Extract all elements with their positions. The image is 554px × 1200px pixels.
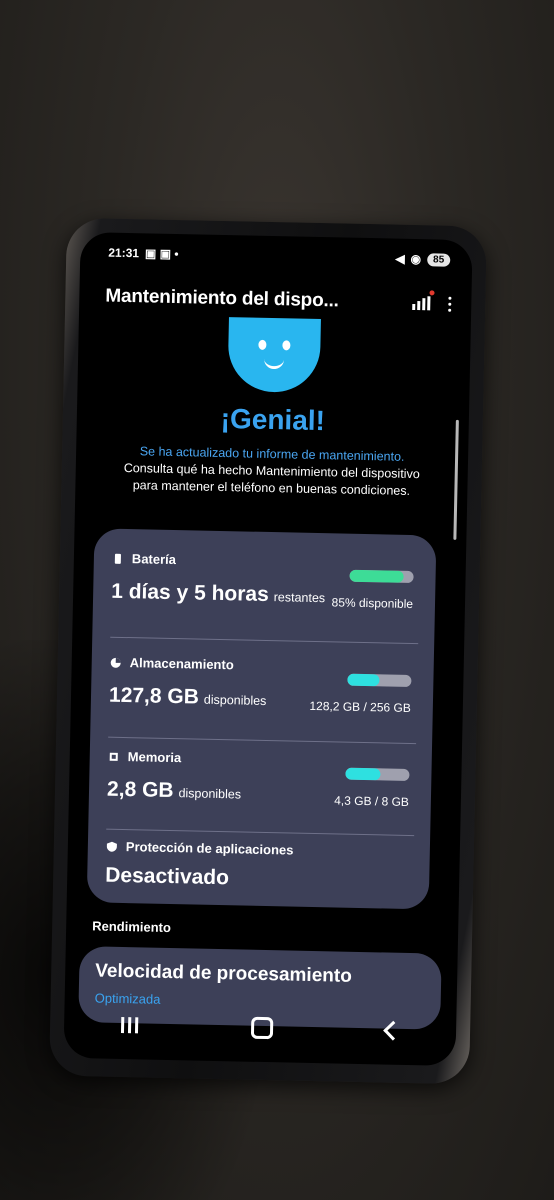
smiley-face-icon [227,317,321,394]
memory-chip-icon [109,752,118,761]
battery-level-badge: 85 [426,252,451,267]
more-options-icon[interactable] [448,296,452,312]
storage-meter [347,673,412,688]
battery-section[interactable]: Batería 1 días y 5 horas restantes 85% d… [111,551,420,617]
app-protection-status: Desactivado [105,863,230,890]
battery-unit: restantes [273,590,326,606]
page-title: Mantenimiento del dispo... [105,285,339,312]
home-icon[interactable] [250,1016,273,1040]
report-description: Consulta qué ha hecho Mantenimiento del … [123,460,420,498]
storage-available-value: 127,8 GB [108,683,200,709]
app-bar: Mantenimiento del dispo... [105,281,452,320]
memory-label: Memoria [127,749,182,766]
notification-icons: ▣ ▣ • [144,246,179,262]
battery-icon [114,553,121,564]
memory-available-value: 2,8 GB [106,777,174,803]
memory-section[interactable]: Memoria 2,8 GB disponibles 4,3 GB / 8 GB [107,749,416,815]
status-time: 21:31 [108,245,140,261]
storage-unit: disponibles [203,692,267,708]
battery-label: Batería [131,551,177,568]
battery-available-text: 85% disponible [331,595,414,612]
storage-icon [110,657,121,668]
storage-section[interactable]: Almacenamiento 127,8 GB disponibles 128,… [109,655,418,721]
storage-usage-text: 128,2 GB / 256 GB [309,698,411,716]
notification-dot [429,290,435,296]
report-bars-icon[interactable] [412,290,435,311]
phone-screen: 21:31 ▣ ▣ • ◀ ◉ 85 Mantenimiento del dis… [63,231,473,1067]
mute-icon: ◀ [395,251,405,266]
phone-device: 21:31 ▣ ▣ • ◀ ◉ 85 Mantenimiento del dis… [49,217,487,1085]
status-card: Batería 1 días y 5 horas restantes 85% d… [86,528,437,910]
divider [106,828,415,837]
wifi-icon: ◉ [410,251,422,267]
app-protection-section[interactable]: Protección de aplicaciones Desactivado [105,839,414,901]
shield-icon [106,841,117,852]
divider [108,736,417,745]
result-headline: ¡Genial! [220,402,326,437]
divider [110,636,419,645]
performance-section-label: Rendimiento [92,918,172,936]
processing-speed-title: Velocidad de procesamiento [95,960,353,987]
status-bar: 21:31 ▣ ▣ • ◀ ◉ 85 [108,243,451,270]
maintenance-summary: Se ha actualizado tu informe de mantenim… [115,443,428,501]
navigation-bar [64,1006,457,1050]
battery-time-remaining: 1 días y 5 horas [110,579,270,607]
back-icon[interactable] [382,1020,403,1041]
memory-meter [345,767,410,781]
memory-unit: disponibles [178,786,242,802]
memory-usage-text: 4,3 GB / 8 GB [334,793,410,809]
storage-label: Almacenamiento [129,655,234,673]
processing-speed-status: Optimizada [94,990,161,1007]
battery-meter [349,569,414,584]
recent-apps-icon[interactable] [120,1016,138,1034]
app-protection-label: Protección de aplicaciones [125,839,294,858]
